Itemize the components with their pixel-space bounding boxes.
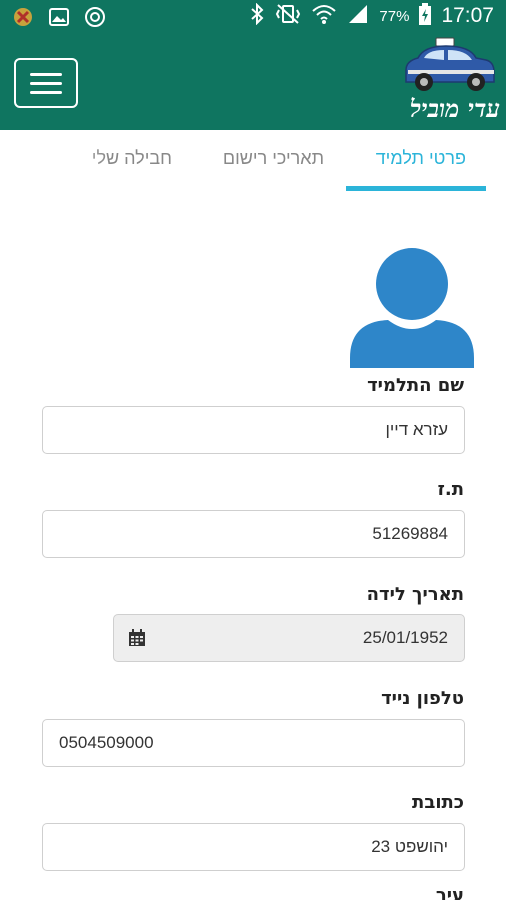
mobile-phone-value: 0504509000: [59, 733, 154, 752]
birth-date-value: 25/01/1952: [362, 628, 448, 647]
mobile-phone-label: טלפון נייד: [381, 688, 464, 709]
birth-date-field[interactable]: 25/01/1952: [113, 614, 465, 662]
calendar-icon[interactable]: [128, 629, 146, 647]
avatar: [350, 246, 474, 368]
app-name: עדי מוביל: [409, 94, 500, 123]
student-name-value: עזרא דיין: [385, 420, 448, 439]
wifi-icon: [311, 3, 337, 29]
mobile-phone-field[interactable]: 0504509000: [42, 719, 465, 767]
clock: 17:07: [441, 4, 494, 27]
tab-bar: פרטי תלמיד תאריכי רישום חבילה שלי: [0, 130, 506, 192]
data-saver-icon: [84, 6, 106, 28]
bluetooth-icon: [249, 2, 265, 29]
tab-my-package[interactable]: חבילה שלי: [92, 148, 172, 169]
city-label: עיר: [435, 885, 464, 900]
app-notification-icon: [12, 6, 34, 28]
student-name-label: שם התלמיד: [367, 375, 464, 396]
battery-icon: [419, 3, 432, 29]
tab-registration-dates[interactable]: תאריכי רישום: [223, 148, 324, 169]
hamburger-icon-line: [30, 72, 62, 76]
tab-student-details[interactable]: פרטי תלמיד: [376, 148, 466, 169]
hamburger-icon-line: [30, 90, 62, 94]
address-label: כתובת: [412, 792, 464, 813]
id-number-value: 51269884: [372, 524, 448, 543]
vibrate-icon: [275, 3, 301, 29]
gallery-icon: [48, 6, 70, 28]
active-tab-indicator: [346, 186, 486, 191]
birth-date-label: תאריך לידה: [366, 584, 464, 605]
menu-button[interactable]: [14, 58, 78, 108]
id-number-field[interactable]: 51269884: [42, 510, 465, 558]
status-bar: 77% 17:07: [0, 0, 506, 34]
hamburger-icon-line: [30, 81, 62, 85]
student-name-field[interactable]: עזרא דיין: [42, 406, 465, 454]
address-value: יהושפט 23: [371, 837, 448, 856]
status-left-icons: [12, 6, 106, 28]
signal-icon: [347, 3, 369, 29]
app-header: עדי מוביל: [0, 34, 506, 130]
id-number-label: ת.ז: [437, 479, 464, 500]
battery-percent: 77%: [379, 7, 410, 25]
status-right-icons: 77% 17:07: [249, 2, 494, 29]
address-field[interactable]: יהושפט 23: [42, 823, 465, 871]
